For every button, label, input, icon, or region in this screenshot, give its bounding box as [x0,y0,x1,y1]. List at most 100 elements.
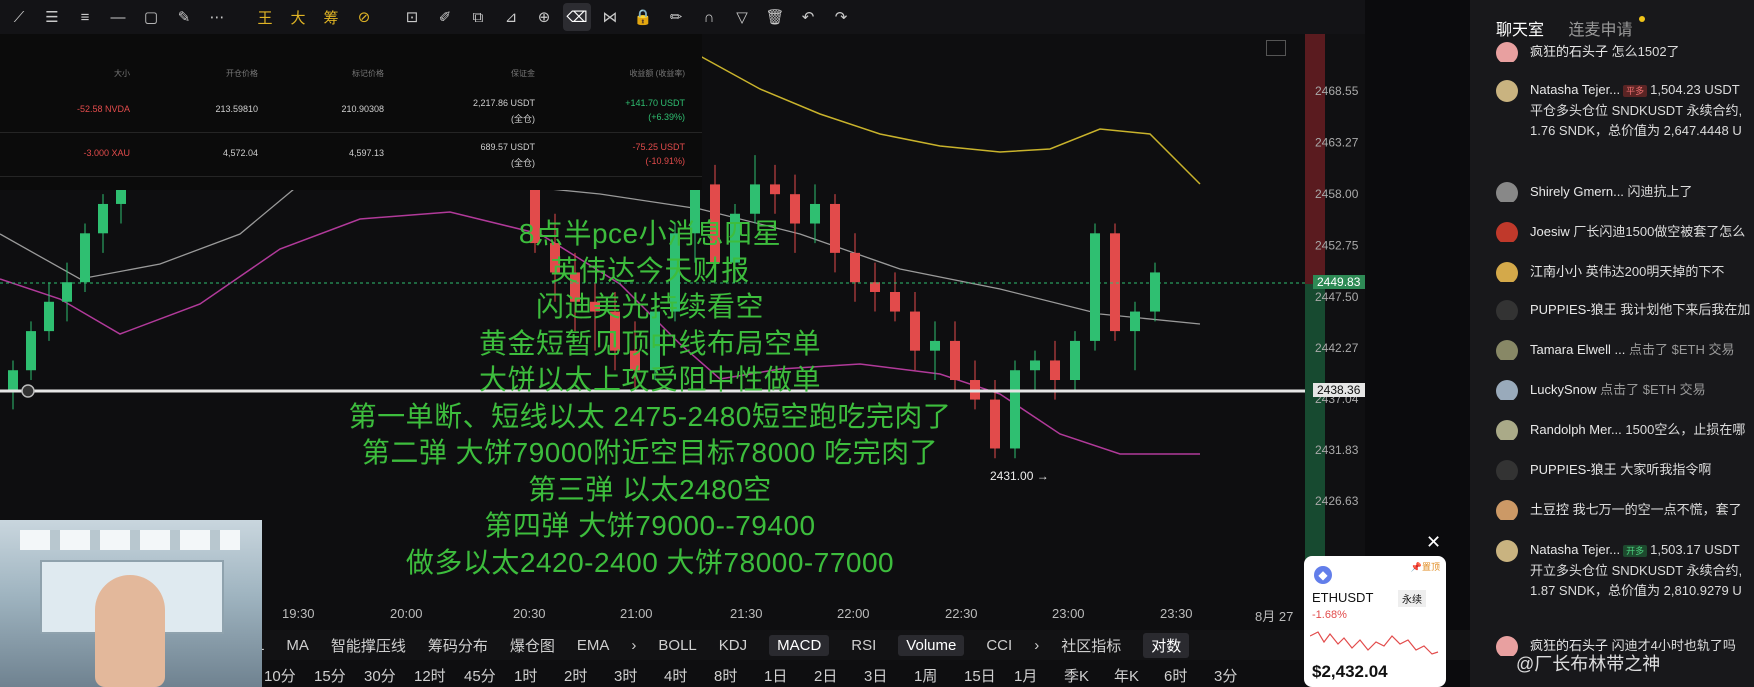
period-13[interactable]: 1周 [914,665,937,686]
magnet-icon[interactable]: ∩ [695,3,723,31]
chat-username[interactable]: 江南小小 [1530,264,1582,279]
period-10[interactable]: 1日 [764,665,787,686]
chat-username[interactable]: PUPPIES-狼王 [1530,302,1617,317]
indicator-7[interactable]: BOLL [658,637,696,654]
chat-message[interactable]: PUPPIES-狼王 我计划他下来后我在加 [1496,300,1754,320]
chat-message[interactable]: Natasha Tejer... 开多 1,503.17 USDT 开立多头仓位 SN… [1496,540,1754,601]
position-row[interactable]: -52.58 NVDA 213.59810 210.90308 2,217.86 US… [0,90,702,133]
tab-chat-room[interactable]: 聊天室 [1496,22,1544,39]
indicator-3[interactable]: 筹码分布 [428,635,488,656]
indicator-10[interactable]: RSI [851,637,876,654]
period-7[interactable]: 3时 [614,665,637,686]
avatar[interactable] [1496,540,1518,562]
trash-icon[interactable]: 🗑 [761,3,789,31]
chat-message[interactable]: LuckySnow 点击了 $ETH 交易 [1496,380,1754,400]
indicator-4[interactable]: 爆仓图 [510,635,555,656]
ruler-icon[interactable]: ⊘ [350,3,378,31]
indicator-2[interactable]: 智能撑压线 [331,635,406,656]
brush-icon[interactable]: ✎ [170,3,198,31]
chat-message[interactable]: Tamara Elwell ... 点击了 $ETH 交易 [1496,340,1754,360]
chat-username[interactable]: 土豆控 [1530,502,1569,517]
menu-icon[interactable]: ☰ [38,3,66,31]
period-9[interactable]: 8时 [714,665,737,686]
period-6[interactable]: 2时 [564,665,587,686]
avatar[interactable] [1496,500,1518,520]
chou-icon[interactable]: 筹 [317,3,345,31]
indicator-8[interactable]: KDJ [719,637,747,654]
chat-username[interactable]: Joesiw [1530,224,1570,239]
redo-icon[interactable]: ↷ [827,3,855,31]
chat-message[interactable]: Randolph Mer... 1500空么，止损在哪 [1496,420,1754,440]
shape-icon[interactable]: ⊡ [398,3,426,31]
indicator-5[interactable]: EMA [577,637,610,654]
period-15[interactable]: 1月 [1014,665,1037,686]
wang-icon[interactable]: 王 [251,3,279,31]
chat-message[interactable]: 疯狂的石头子 闪迪才4小时也轨了吗 [1496,636,1754,656]
avatar[interactable] [1496,460,1518,480]
chat-message[interactable]: Joesiw 厂长闪迪1500做空被套了怎么 [1496,222,1754,242]
indicator-13[interactable]: › [1034,637,1039,654]
chat-username[interactable]: LuckySnow [1530,382,1596,397]
indicator-9[interactable]: MACD [769,634,830,656]
period-18[interactable]: 6时 [1164,665,1187,686]
period-5[interactable]: 1时 [514,665,537,686]
chat-message[interactable]: PUPPIES-狼王 大家听我指令啊 [1496,460,1754,480]
period-12[interactable]: 3日 [864,665,887,686]
avatar[interactable] [1496,262,1518,282]
close-icon[interactable]: ✕ [1426,532,1441,553]
lock-icon[interactable]: 🔒 [629,3,657,31]
chat-message[interactable]: 土豆控 我七万一的空一点不慌，套了 [1496,500,1754,520]
indicator-11[interactable]: Volume [898,634,965,656]
avatar[interactable] [1496,222,1518,242]
position-row[interactable]: -3.000 XAU 4,572.04 4,597.13 689.57 USDT (全仓… [0,134,702,177]
chat-username[interactable]: Natasha Tejer... [1530,82,1620,97]
period-8[interactable]: 4时 [664,665,687,686]
avatar[interactable] [1496,42,1518,62]
more-icon[interactable]: ⋯ [203,3,231,31]
tab-mic-request[interactable]: 连麦申请 [1568,22,1632,39]
avatar[interactable] [1496,182,1518,202]
period-19[interactable]: 3分 [1214,665,1237,686]
chat-username[interactable]: PUPPIES-狼王 [1530,462,1617,477]
period-16[interactable]: 季K [1064,665,1089,686]
avatar[interactable] [1496,80,1518,102]
period-0[interactable]: 10分 [264,665,296,686]
indicator-6[interactable]: › [631,637,636,654]
undo-icon[interactable]: ↶ [794,3,822,31]
period-11[interactable]: 2日 [814,665,837,686]
period-3[interactable]: 12时 [414,665,446,686]
chat-message[interactable]: 疯狂的石头子 怎么1502了 [1496,42,1754,62]
avatar[interactable] [1496,300,1518,320]
avatar[interactable] [1496,420,1518,440]
indicator-14[interactable]: 社区指标 [1061,635,1121,656]
chat-username[interactable]: Tamara Elwell ... [1530,342,1625,357]
magic-icon[interactable]: ✐ [431,3,459,31]
dup-icon[interactable]: ⧉ [464,3,492,31]
chat-message[interactable]: Natasha Tejer... 平多 1,504.23 USDT 平仓多头仓位 SN… [1496,80,1754,141]
zoom-icon[interactable]: ⊕ [530,3,558,31]
chat-message[interactable]: 江南小小 英伟达200明天掉的下不 [1496,262,1754,282]
eraser-icon[interactable]: ⌫ [563,3,591,31]
avatar[interactable] [1496,636,1518,656]
chat-username[interactable]: 疯狂的石头子 [1530,44,1608,59]
avatar[interactable] [1496,380,1518,400]
period-2[interactable]: 30分 [364,665,396,686]
chat-username[interactable]: Natasha Tejer... [1530,542,1620,557]
indicator-15[interactable]: 对数 [1143,632,1190,658]
da-icon[interactable]: 大 [284,3,312,31]
period-4[interactable]: 45分 [464,665,496,686]
period-17[interactable]: 年K [1114,665,1139,686]
line-icon[interactable]: ⟋ [5,3,33,31]
eth-ticker-card[interactable]: ✕ 📌置顶 ◆ ETHUSDT 永续 -1.68% $2,432.04 [1304,532,1446,687]
filter-icon[interactable]: ▽ [728,3,756,31]
chat-message[interactable]: Shirely Gmern... 闪迪抗上了 [1496,182,1754,202]
hline-icon[interactable]: ― [104,3,132,31]
chat-username[interactable]: Shirely Gmern... [1530,184,1624,199]
expand-icon[interactable] [1266,40,1286,56]
measure-icon[interactable]: ⊿ [497,3,525,31]
avatar[interactable] [1496,340,1518,360]
rect-icon[interactable]: ▢ [137,3,165,31]
period-14[interactable]: 15日 [964,665,996,686]
edit-icon[interactable]: ✏ [662,3,690,31]
chat-username[interactable]: Randolph Mer... [1530,422,1622,437]
